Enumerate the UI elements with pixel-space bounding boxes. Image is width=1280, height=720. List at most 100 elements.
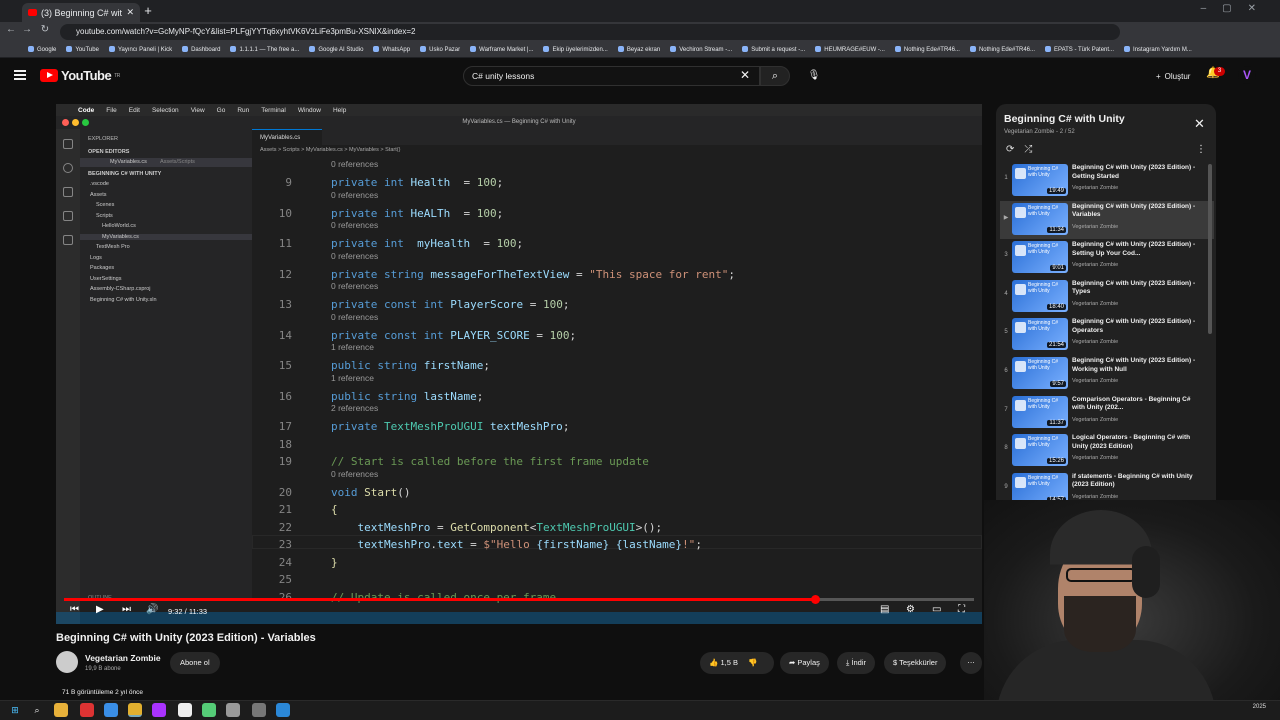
file-tree-item[interactable]: HelloWorld.cs [102,223,136,229]
settings-app-icon[interactable] [226,703,240,717]
channel-avatar[interactable] [56,651,78,673]
vscode-menu-item[interactable]: Window [298,107,321,114]
playlist-title[interactable]: Beginning C# with Unity [1004,113,1125,125]
account-avatar[interactable]: V [1238,66,1256,84]
next-icon[interactable]: ⏭ [122,604,131,615]
back-button[interactable]: ← [4,24,18,35]
taskbar-search-icon[interactable]: ⌕ [30,703,44,717]
close-playlist-icon[interactable]: ✕ [1194,116,1205,132]
window-controls[interactable]: –▢✕ [1201,3,1272,14]
clear-search-icon[interactable]: ✕ [740,68,750,82]
playlist-item[interactable]: 7 Beginning C# with Unity 11:37 Comparison … [1000,394,1214,432]
video-player[interactable]: Code File Edit Selection View Go Run Terminal Wi… [56,104,982,624]
notepad-icon[interactable] [178,703,192,717]
close-tab-icon[interactable]: ✕ [126,7,134,18]
create-button[interactable]: + Oluştur [1148,66,1198,86]
playlist-item[interactable]: 8 Beginning C# with Unity 15:26 Logical Ope… [1000,432,1214,470]
download-button[interactable]: ⤓ İndir [837,652,875,674]
playlist-scrollbar[interactable] [1208,164,1212,334]
bookmark-item[interactable]: EPATS - Türk Patent... [1045,46,1114,53]
playlist-item[interactable]: 6 Beginning C# with Unity 9:57 Beginning C#… [1000,355,1214,393]
bookmark-item[interactable]: Nothing Ede#TR46... [970,46,1035,53]
file-tree-item[interactable]: Assembly-CSharp.csproj [90,286,151,292]
codelens-reference[interactable]: 1 reference [331,373,374,383]
file-tree-item[interactable]: .vscode [90,181,109,187]
steam-icon[interactable] [252,703,266,717]
playlist-item[interactable]: 3 Beginning C# with Unity 9:01 Beginning C#… [1000,239,1214,277]
more-actions-icon[interactable]: ⋯ [960,652,982,674]
vscode-menu-item[interactable]: File [106,107,116,114]
fullscreen-icon[interactable]: ⛶ [958,604,965,615]
reload-button[interactable]: ↻ [38,24,52,35]
subscribe-button[interactable]: Abone ol [170,652,220,674]
bookmark-item[interactable]: Google [28,46,56,53]
codelens-reference[interactable]: 0 references [331,281,378,291]
vscode-menu-item[interactable]: Help [333,107,346,114]
file-tree-item[interactable]: Packages [90,265,114,271]
file-explorer-icon[interactable] [54,703,68,717]
previous-icon[interactable]: ⏮ [70,604,79,615]
file-tree-item[interactable]: Logs [90,255,102,261]
app-icon[interactable] [202,703,216,717]
playlist-item[interactable]: ▶ Beginning C# with Unity 11:34 Beginning C… [1000,200,1214,239]
chrome-icon[interactable] [128,703,142,717]
codelens-reference[interactable]: 0 references [331,220,378,230]
playlist-item[interactable]: 4 Beginning C# with Unity 18:40 Beginning C… [1000,278,1214,316]
playlist-item[interactable]: 1 Beginning C# with Unity 19:49 Beginning C… [1000,162,1214,200]
subtitles-icon[interactable]: ▤ [880,604,889,615]
telegram-icon[interactable] [104,703,118,717]
vscode-menu-item[interactable]: Selection [152,107,179,114]
bookmark-item[interactable]: Yayıncı Paneli | Kick [109,46,172,53]
channel-name[interactable]: Vegetarian Zombie [85,653,161,663]
vscode-menu-item[interactable]: Go [217,107,226,114]
search-input[interactable]: C# unity lessons [463,66,760,86]
playlist-item[interactable]: 5 Beginning C# with Unity 21:54 Beginning C… [1000,316,1214,354]
volume-icon[interactable]: 🔊 [146,604,158,615]
bookmark-item[interactable]: 1.1.1.1 — The free a... [230,46,299,53]
file-tree-item[interactable]: MyVariables.cs [80,233,252,240]
codelens-reference[interactable]: 0 references [331,251,378,261]
bookmark-item[interactable]: Dashboard [182,46,220,53]
playlist-item-thumbnail[interactable]: Beginning C# with Unity 11:34 [1012,202,1068,235]
codelens-reference[interactable]: 0 references [331,159,378,169]
vscode-menu-item[interactable]: Terminal [261,107,286,114]
vscode-taskbar-icon[interactable] [276,703,290,717]
theater-mode-icon[interactable]: ▭ [932,604,941,615]
thanks-button[interactable]: $ Teşekkürler [884,652,947,674]
playlist-item-thumbnail[interactable]: Beginning C# with Unity 21:54 [1012,318,1068,351]
voice-search-icon[interactable]: 🎙 [804,66,824,86]
bookmark-item[interactable]: HEUMRAGE#EUW -... [815,46,885,53]
file-tree-item[interactable]: Assets [90,192,107,198]
codelens-reference[interactable]: 0 references [331,469,378,479]
vscode-menu-item[interactable]: Run [237,107,249,114]
twitch-icon[interactable] [152,703,166,717]
bookmark-item[interactable]: Nothing Ede#TR46... [895,46,960,53]
bookmark-item[interactable]: Instagram Yardım M... [1124,46,1192,53]
codelens-reference[interactable]: 0 references [331,190,378,200]
video-progress-bar[interactable] [64,595,974,604]
vscode-menu-item[interactable]: Edit [129,107,140,114]
bookmark-item[interactable]: Vechiron Stream -... [670,46,732,53]
forward-button[interactable]: → [20,24,34,35]
scrubber-handle[interactable] [810,595,820,604]
search-button[interactable]: ⌕ [760,66,790,86]
bookmark-item[interactable]: Warframe Market |... [470,46,533,53]
playlist-item-thumbnail[interactable]: Beginning C# with Unity 9:01 [1012,241,1068,274]
vscode-menu-item[interactable]: View [191,107,205,114]
like-icon[interactable]: 👍 [709,658,720,667]
opera-icon[interactable] [80,703,94,717]
youtube-logo[interactable]: YouTube TR [40,68,120,83]
bookmark-item[interactable]: Beyaz ekran [618,46,660,53]
playlist-loop-shuffle-icons[interactable]: ⟳⤮ [1006,144,1042,155]
file-tree-item[interactable]: Scenes [96,202,114,208]
playlist-item-thumbnail[interactable]: Beginning C# with Unity 19:49 [1012,164,1068,196]
bookmark-item[interactable]: WhatsApp [373,46,410,53]
file-tree-item[interactable]: Scripts [96,213,113,219]
file-tree-item[interactable]: Beginning C# with Unity.sln [90,297,157,303]
bookmark-item[interactable]: Ekip üyelerimizden... [543,46,607,53]
vscode-menu-item[interactable]: Code [78,107,94,114]
codelens-reference[interactable]: 2 references [331,403,378,413]
bookmark-item[interactable]: Google AI Studio [309,46,363,53]
playlist-item-thumbnail[interactable]: Beginning C# with Unity 15:26 [1012,434,1068,467]
file-tree-item[interactable]: TextMesh Pro [96,244,130,250]
